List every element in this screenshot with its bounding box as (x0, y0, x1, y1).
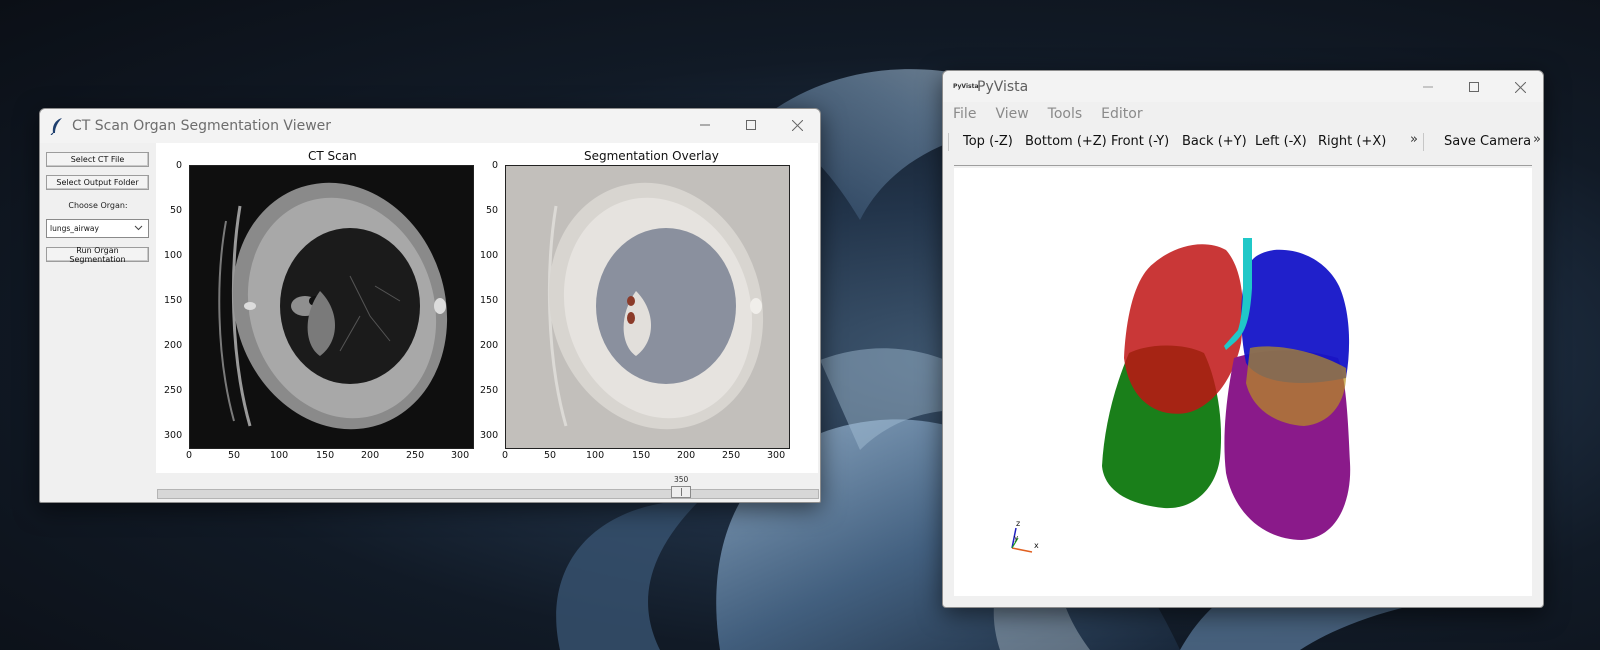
view-bottom-button[interactable]: Bottom (+Z) (1025, 134, 1107, 149)
axis-y-label: y (1014, 534, 1018, 542)
chevron-down-icon (134, 225, 143, 231)
lung-3d-model[interactable]: x z y (954, 168, 1532, 596)
x-tick: 300 (767, 450, 786, 461)
pyvista-window: PyVista PyVista File View Tools Editor T… (942, 70, 1544, 608)
x-tick: 50 (544, 450, 557, 461)
window-title: PyVista (977, 79, 1029, 95)
toolbar-overflow-button[interactable]: » (1410, 132, 1418, 147)
window-title: CT Scan Organ Segmentation Viewer (72, 118, 332, 134)
toolbar-separator (1423, 133, 1426, 151)
organ-select[interactable]: lungs_airway (46, 219, 149, 238)
view-back-button[interactable]: Back (+Y) (1182, 134, 1247, 149)
x-tick: 50 (228, 450, 241, 461)
menu-tools[interactable]: Tools (1038, 102, 1092, 128)
maximize-icon (1469, 82, 1479, 92)
y-tick: 50 (486, 205, 499, 216)
x-tick: 250 (722, 450, 741, 461)
maximize-icon (746, 120, 756, 130)
x-tick: 150 (632, 450, 651, 461)
pyvista-logo: PyVista (953, 83, 979, 90)
view-top-button[interactable]: Top (-Z) (963, 134, 1013, 149)
x-tick: 0 (186, 450, 193, 461)
feather-icon (50, 118, 62, 135)
minimize-button[interactable] (1405, 71, 1451, 103)
axis-z-label: z (1016, 519, 1020, 528)
y-tick: 100 (480, 250, 499, 261)
y-tick: 300 (164, 430, 183, 441)
slider-value: 350 (674, 475, 689, 484)
y-tick: 250 (164, 385, 183, 396)
x-tick: 200 (361, 450, 380, 461)
save-camera-button[interactable]: Save Camera (1444, 134, 1531, 149)
x-tick: 250 (406, 450, 425, 461)
select-ct-file-button[interactable]: Select CT File (46, 152, 149, 167)
view-front-button[interactable]: Front (-Y) (1111, 134, 1169, 149)
maximize-button[interactable] (728, 109, 774, 141)
x-tick: 150 (316, 450, 335, 461)
close-button[interactable] (774, 109, 820, 141)
ct-slice-graphic (190, 166, 473, 448)
close-icon (1514, 81, 1526, 93)
minimize-icon (1423, 86, 1433, 88)
y-tick: 0 (492, 160, 499, 171)
y-tick: 100 (164, 250, 183, 261)
x-tick: 0 (502, 450, 509, 461)
organ-select-value: lungs_airway (50, 224, 99, 233)
3d-render-viewport[interactable]: x z y (954, 168, 1532, 596)
menu-file[interactable]: File (943, 102, 985, 128)
y-tick: 0 (176, 160, 183, 171)
ct-viewer-window: CT Scan Organ Segmentation Viewer Select… (39, 108, 821, 503)
minimize-icon (700, 124, 710, 126)
y-tick: 250 (480, 385, 499, 396)
slider-thumb[interactable] (671, 486, 691, 498)
pv-title-bar[interactable]: PyVista PyVista (943, 71, 1543, 102)
close-button[interactable] (1497, 71, 1543, 103)
menu-bar: File View Tools Editor (943, 102, 1543, 128)
run-organ-segmentation-button[interactable]: Run Organ Segmentation (46, 246, 149, 264)
ct-scan-title: CT Scan (308, 149, 357, 163)
close-icon (791, 119, 803, 131)
overlay-slice-graphic (506, 166, 789, 448)
x-tick: 100 (586, 450, 605, 461)
view-right-button[interactable]: Right (+X) (1318, 134, 1386, 149)
select-output-folder-button[interactable]: Select Output Folder (46, 175, 149, 190)
segmentation-overlay-image (505, 165, 790, 449)
camera-toolbar: Top (-Z) Bottom (+Z) Front (-Y) Back (+Y… (943, 129, 1543, 155)
slider-trough[interactable] (157, 489, 819, 499)
y-tick: 50 (170, 205, 183, 216)
y-tick: 200 (164, 340, 183, 351)
x-tick: 200 (677, 450, 696, 461)
y-tick: 300 (480, 430, 499, 441)
menu-editor[interactable]: Editor (1091, 102, 1151, 128)
minimize-button[interactable] (682, 109, 728, 141)
y-tick: 150 (164, 295, 183, 306)
ct-scan-image (189, 165, 474, 449)
maximize-button[interactable] (1451, 71, 1497, 103)
slice-slider[interactable]: 350 (157, 473, 819, 502)
axis-x-label: x (1034, 541, 1039, 550)
control-sidebar: Select CT File Select Output Folder Choo… (40, 143, 156, 502)
x-tick: 300 (451, 450, 470, 461)
toolbar-separator (948, 133, 951, 151)
view-left-button[interactable]: Left (-X) (1255, 134, 1307, 149)
choose-organ-label: Choose Organ: (68, 201, 128, 210)
toolbar-overflow-button-2[interactable]: » (1533, 132, 1541, 147)
y-tick: 150 (480, 295, 499, 306)
segmentation-overlay-title: Segmentation Overlay (584, 149, 719, 163)
viewport-border (954, 165, 1532, 166)
ct-title-bar[interactable]: CT Scan Organ Segmentation Viewer (40, 109, 820, 143)
matplotlib-canvas: CT Scan 0 50 100 150 200 250 300 0 50 10… (156, 143, 818, 473)
x-tick: 100 (270, 450, 289, 461)
y-tick: 200 (480, 340, 499, 351)
menu-view[interactable]: View (985, 102, 1037, 128)
